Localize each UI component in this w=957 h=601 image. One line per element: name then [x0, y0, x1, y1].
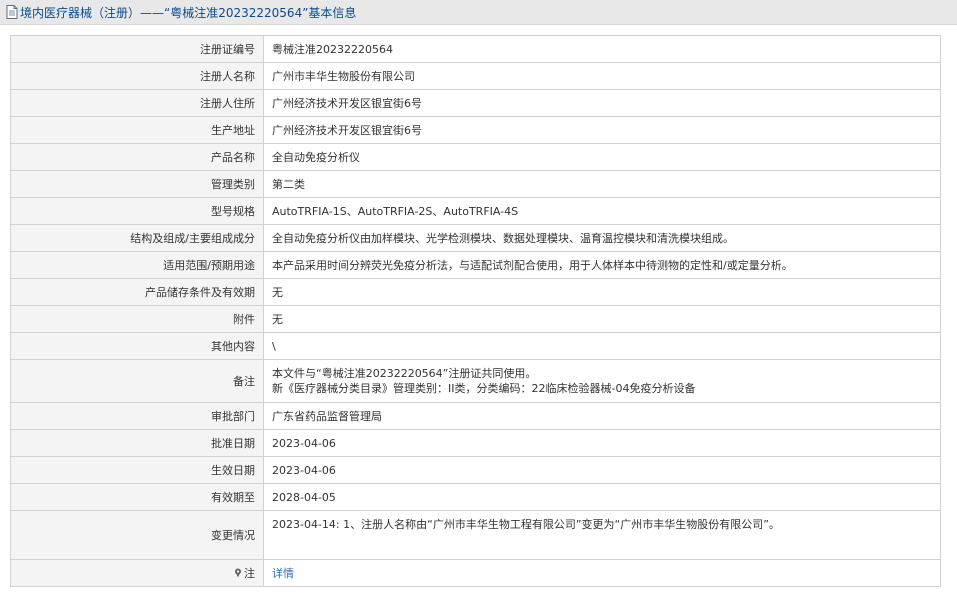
row-label: 生效日期: [10, 456, 264, 484]
document-icon: [6, 5, 18, 19]
row-label: 其他内容: [10, 332, 264, 360]
table-row: 批准日期 2023-04-06: [10, 429, 941, 457]
row-value: 广东省药品监督管理局: [263, 402, 941, 430]
row-label: 型号规格: [10, 197, 264, 225]
row-label: 附件: [10, 305, 264, 333]
table-row: 有效期至 2028-04-05: [10, 483, 941, 511]
row-label: 注册人名称: [10, 62, 264, 90]
row-value: 2023-04-06: [263, 429, 941, 457]
row-value: 全自动免疫分析仪: [263, 143, 941, 171]
page-title: 境内医疗器械（注册）——“粤械注准20232220564”基本信息: [20, 5, 357, 20]
page-header: 境内医疗器械（注册）——“粤械注准20232220564”基本信息: [0, 0, 957, 25]
row-value: 广州经济技术开发区银宜街6号: [263, 116, 941, 144]
table-row: 审批部门 广东省药品监督管理局: [10, 402, 941, 430]
row-value-remarks: 本文件与“粤械注准20232220564”注册证共同使用。 新《医疗器械分类目录…: [263, 359, 941, 403]
table-row: 变更情况 2023-04-14: 1、注册人名称由“广州市丰华生物工程有限公司”…: [10, 510, 941, 560]
row-label-note: 注: [10, 559, 264, 587]
row-label: 产品名称: [10, 143, 264, 171]
table-row: 结构及组成/主要组成成分 全自动免疫分析仪由加样模块、光学检测模块、数据处理模块…: [10, 224, 941, 252]
row-value: 广州市丰华生物股份有限公司: [263, 62, 941, 90]
row-label: 注册证编号: [10, 35, 264, 63]
row-value: 无: [263, 278, 941, 306]
note-label: 注: [244, 566, 255, 580]
row-label: 变更情况: [10, 510, 264, 560]
row-value: 粤械注准20232220564: [263, 35, 941, 63]
table-row: 生产地址 广州经济技术开发区银宜街6号: [10, 116, 941, 144]
info-table: 注册证编号 粤械注准20232220564 注册人名称 广州市丰华生物股份有限公…: [10, 35, 941, 587]
row-label: 有效期至: [10, 483, 264, 511]
row-label: 生产地址: [10, 116, 264, 144]
table-row: 注册证编号 粤械注准20232220564: [10, 35, 941, 63]
details-link[interactable]: 详情: [272, 567, 294, 580]
table-row: 备注 本文件与“粤械注准20232220564”注册证共同使用。 新《医疗器械分…: [10, 359, 941, 403]
table-row: 产品名称 全自动免疫分析仪: [10, 143, 941, 171]
row-value: 全自动免疫分析仪由加样模块、光学检测模块、数据处理模块、温育温控模块和清洗模块组…: [263, 224, 941, 252]
table-row: 注 详情: [10, 559, 941, 587]
pin-icon: [235, 568, 241, 577]
row-value: 无: [263, 305, 941, 333]
row-label: 审批部门: [10, 402, 264, 430]
row-value: 广州经济技术开发区银宜街6号: [263, 89, 941, 117]
table-row: 注册人名称 广州市丰华生物股份有限公司: [10, 62, 941, 90]
info-table-container: 注册证编号 粤械注准20232220564 注册人名称 广州市丰华生物股份有限公…: [10, 35, 941, 587]
table-row: 附件 无: [10, 305, 941, 333]
row-label: 批准日期: [10, 429, 264, 457]
row-label: 注册人住所: [10, 89, 264, 117]
row-label: 结构及组成/主要组成成分: [10, 224, 264, 252]
row-label: 管理类别: [10, 170, 264, 198]
table-row: 型号规格 AutoTRFIA-1S、AutoTRFIA-2S、AutoTRFIA…: [10, 197, 941, 225]
table-row: 管理类别 第二类: [10, 170, 941, 198]
row-label: 备注: [10, 359, 264, 403]
table-row: 生效日期 2023-04-06: [10, 456, 941, 484]
table-row: 其他内容 \: [10, 332, 941, 360]
row-label: 产品储存条件及有效期: [10, 278, 264, 306]
remark-line-2: 新《医疗器械分类目录》管理类别：II类，分类编码：22临床检验器械-04免疫分析…: [272, 382, 696, 395]
table-row: 注册人住所 广州经济技术开发区银宜街6号: [10, 89, 941, 117]
row-value: 2023-04-06: [263, 456, 941, 484]
row-value: 第二类: [263, 170, 941, 198]
row-value: 2028-04-05: [263, 483, 941, 511]
row-value: 本产品采用时间分辨荧光免疫分析法，与适配试剂配合使用，用于人体样本中待测物的定性…: [263, 251, 941, 279]
row-value-changes: 2023-04-14: 1、注册人名称由“广州市丰华生物工程有限公司”变更为“广…: [263, 510, 941, 560]
remark-line-1: 本文件与“粤械注准20232220564”注册证共同使用。: [272, 367, 537, 380]
table-row: 适用范围/预期用途 本产品采用时间分辨荧光免疫分析法，与适配试剂配合使用，用于人…: [10, 251, 941, 279]
table-row: 产品储存条件及有效期 无: [10, 278, 941, 306]
row-label: 适用范围/预期用途: [10, 251, 264, 279]
row-value: \: [263, 332, 941, 360]
row-value: AutoTRFIA-1S、AutoTRFIA-2S、AutoTRFIA-4S: [263, 197, 941, 225]
row-value: 详情: [263, 559, 941, 587]
